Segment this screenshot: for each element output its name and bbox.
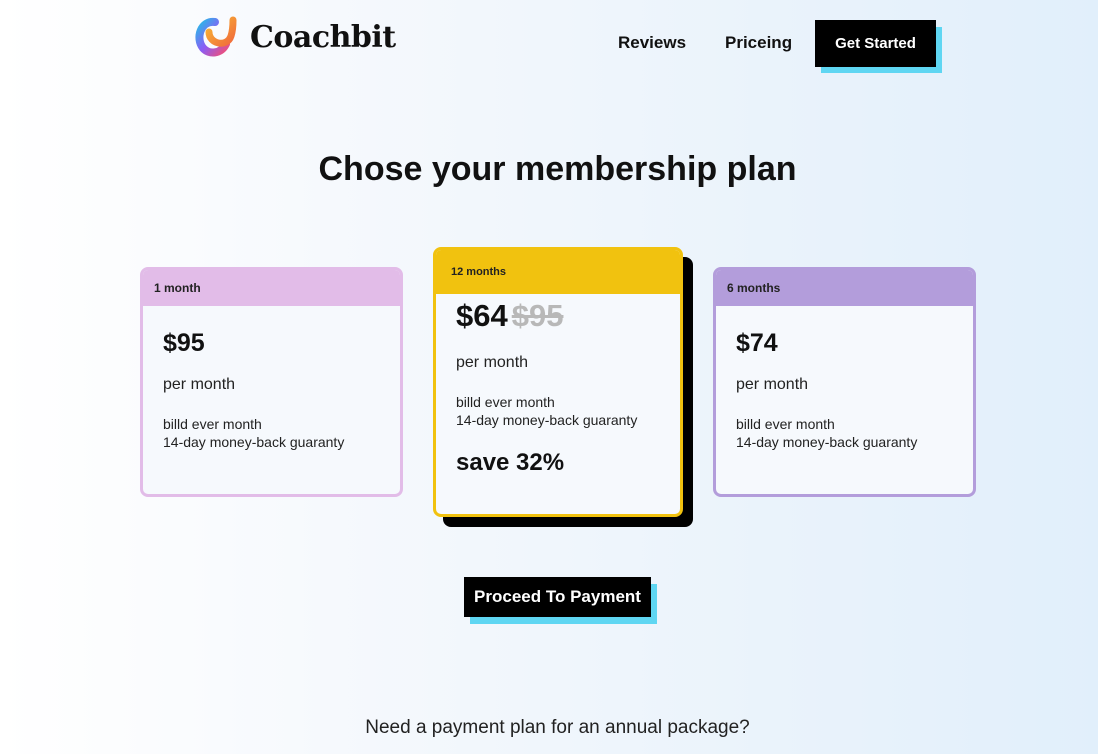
proceed-button-wrap: Proceed To Payment [464,577,658,624]
plan-duration: 1 month [143,270,400,306]
nav-pricing-link[interactable]: Priceing [725,33,792,53]
plan-card-6-months[interactable]: 6 months $74 per month billd ever month … [713,267,976,497]
plan-billing: billd ever month [456,394,555,410]
plan-price: $64 [456,298,508,333]
coachbit-logo-icon [195,16,237,57]
plan-per-month: per month [456,354,529,371]
brand-logo[interactable]: Coachbit [193,14,396,60]
plan-guarantee: 14-day money-back guaranty [456,412,638,428]
plan-guarantee: 14-day money-back guaranty [163,434,345,450]
brand-name: Coachbit [250,19,396,55]
get-started-button[interactable]: Get Started [815,20,936,67]
plan-guarantee: 14-day money-back guaranty [736,434,918,450]
plan-billing: billd ever month [163,416,262,432]
plan-old-price: $95 [511,298,564,333]
annual-package-text: Need a payment plan for an annual packag… [365,717,750,738]
plan-savings: save 32% [456,449,565,476]
get-started-button-wrap: Get Started [815,20,943,73]
plan-duration: 12 months [436,250,680,294]
nav-reviews-link[interactable]: Reviews [618,33,686,53]
plan-card-1-month[interactable]: 1 month $95 per month billd ever month 1… [140,267,403,497]
plan-duration: 6 months [716,270,973,306]
plan-card-12-months[interactable]: 12 months $64 $95 per month billd ever mo… [433,247,683,517]
plan-per-month: per month [163,376,236,393]
plan-per-month: per month [736,376,809,393]
plan-price: $95 [163,329,205,357]
plan-price: $74 [736,329,778,357]
page-title: Chose your membership plan [318,150,797,188]
proceed-to-payment-button[interactable]: Proceed To Payment [464,577,651,617]
plan-price-group: $64 $95 [456,298,563,334]
plan-billing: billd ever month [736,416,835,432]
